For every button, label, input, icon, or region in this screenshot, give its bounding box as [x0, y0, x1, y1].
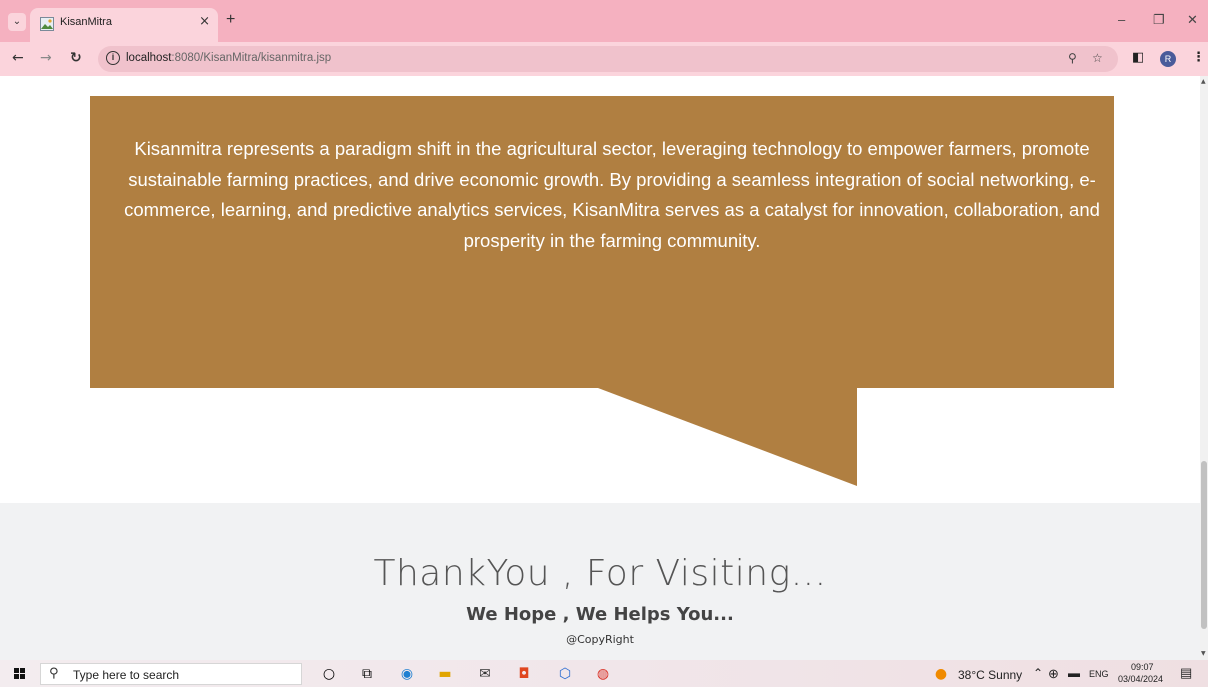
taskbar-search-box[interactable]: ⚲ Type here to search: [40, 663, 302, 685]
zoom-icon[interactable]: ⚲: [1068, 51, 1077, 65]
minimize-button[interactable]: –: [1118, 12, 1125, 27]
new-tab-button[interactable]: +: [226, 11, 235, 29]
close-window-button[interactable]: ✕: [1187, 12, 1198, 28]
page-viewport: Kisanmitra represents a paradigm shift i…: [0, 76, 1200, 660]
forward-icon[interactable]: →: [40, 50, 52, 66]
restore-button[interactable]: ❐: [1153, 12, 1165, 28]
tray-overflow-icon[interactable]: ⌃: [1033, 666, 1043, 680]
office-icon[interactable]: ◘: [515, 665, 533, 683]
scroll-up-icon[interactable]: ▲: [1201, 78, 1206, 85]
scroll-down-icon[interactable]: ▼: [1201, 650, 1206, 657]
weather-icon[interactable]: ●: [932, 665, 950, 683]
page-favicon-icon: [40, 17, 54, 31]
browser-tab-bar: ⌄ KisanMitra × + – ❐ ✕: [0, 0, 1208, 42]
reload-icon[interactable]: ↻: [70, 50, 82, 66]
network-icon[interactable]: ⊕: [1048, 666, 1059, 682]
page-scrollbar[interactable]: ▲ ▼: [1200, 76, 1208, 660]
tab-title: KisanMitra: [60, 16, 112, 28]
store-app-icon[interactable]: ⬡: [556, 665, 574, 683]
file-explorer-icon[interactable]: ▬: [436, 665, 454, 683]
menu-kebab-icon[interactable]: ⋮: [1192, 50, 1205, 65]
url-text[interactable]: localhost:8080/KisanMitra/kisanmitra.jsp: [126, 52, 331, 64]
windows-start-icon[interactable]: [14, 668, 26, 680]
browser-toolbar: ← → ↻ i localhost:8080/KisanMitra/kisanm…: [0, 42, 1208, 76]
search-icon: ⚲: [49, 666, 59, 681]
battery-icon[interactable]: ▬: [1068, 666, 1080, 680]
language-indicator[interactable]: ENG: [1089, 669, 1109, 679]
taskbar-search-placeholder: Type here to search: [73, 668, 180, 682]
chrome-icon[interactable]: ◍: [594, 665, 612, 683]
back-icon[interactable]: ←: [12, 50, 24, 66]
side-panel-icon[interactable]: ◧: [1132, 50, 1144, 65]
copyright-text: @CopyRight: [566, 633, 634, 646]
footer-tagline: We Hope , We Helps You...: [466, 604, 734, 625]
tab-close-icon[interactable]: ×: [199, 14, 210, 29]
weather-text[interactable]: 38°C Sunny: [958, 668, 1022, 682]
cortana-icon[interactable]: ○: [320, 665, 338, 683]
mail-icon[interactable]: ✉: [476, 665, 494, 683]
bookmark-star-icon[interactable]: ☆: [1092, 51, 1103, 65]
edge-browser-icon[interactable]: ◉: [398, 665, 416, 683]
intro-paragraph: Kisanmitra represents a paradigm shift i…: [124, 138, 1100, 251]
clock-date[interactable]: 03/04/2024: [1118, 674, 1163, 684]
thank-you-heading: ThankYou , For Visiting...: [373, 553, 827, 594]
notification-icon[interactable]: ▤: [1180, 665, 1192, 681]
page-footer: ThankYou , For Visiting... We Hope , We …: [0, 503, 1200, 660]
profile-avatar[interactable]: R: [1160, 51, 1176, 67]
windows-taskbar: ⚲ Type here to search ○ ⧉ ◉ ▬ ✉ ◘ ⬡ ◍ ● …: [0, 660, 1208, 687]
address-bar[interactable]: i localhost:8080/KisanMitra/kisanmitra.j…: [98, 46, 1118, 72]
task-view-icon[interactable]: ⧉: [358, 665, 376, 683]
clock-time[interactable]: 09:07: [1131, 662, 1154, 672]
tab-search-button[interactable]: ⌄: [8, 13, 26, 31]
site-info-icon[interactable]: i: [106, 51, 120, 65]
scrollbar-thumb[interactable]: [1201, 461, 1207, 629]
active-tab[interactable]: KisanMitra ×: [30, 8, 218, 42]
